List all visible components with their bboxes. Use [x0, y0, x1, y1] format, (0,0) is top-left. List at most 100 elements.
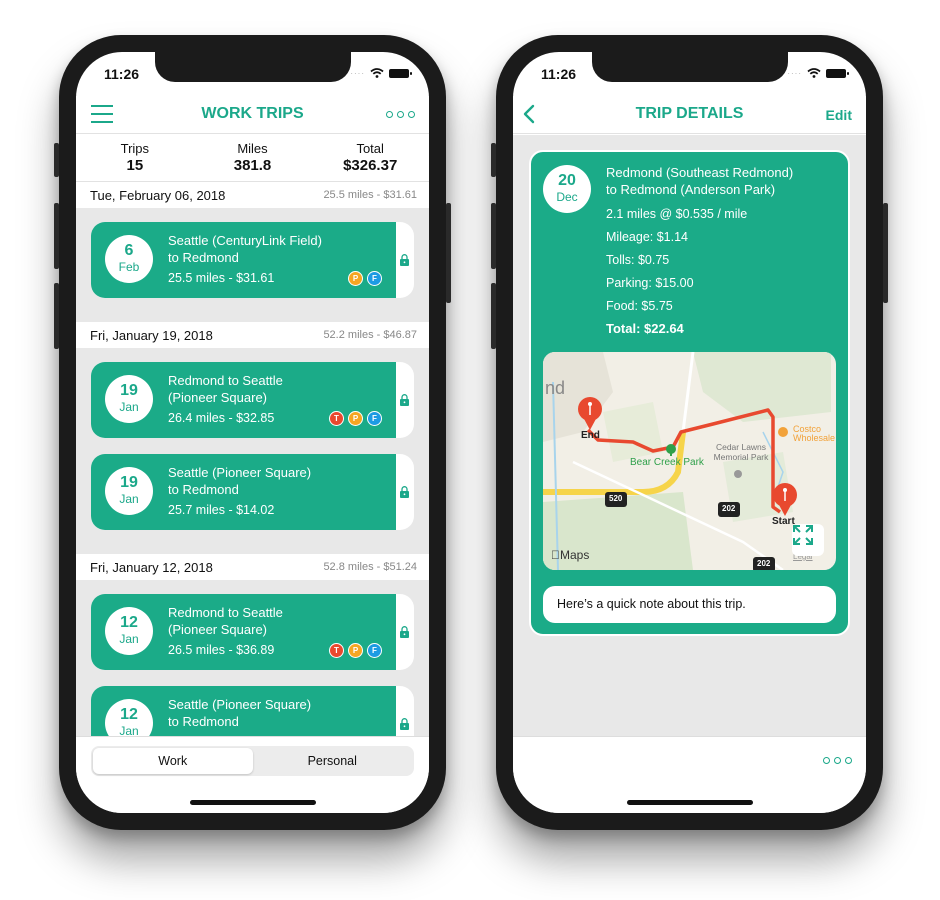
expand-map-button[interactable] [792, 524, 824, 556]
home-indicator[interactable] [189, 800, 316, 805]
lock-icon [400, 626, 409, 638]
nav-bar: WORK TRIPS [76, 96, 429, 134]
total-amount: Total: $22.64 [606, 321, 684, 336]
trip-card[interactable]: 19 Jan Redmond to Seattle (Pioneer Squar… [91, 362, 414, 438]
nav-bar: TRIP DETAILS Edit [513, 96, 866, 134]
detail-content: 20 Dec Redmond (Southeast Redmond) to Re… [513, 135, 866, 736]
date-day: 6 [124, 242, 134, 259]
lock-icon [400, 486, 409, 498]
power-button [883, 203, 888, 303]
date-day: 20 [558, 172, 576, 189]
map-store-label-2: Wholesale [793, 433, 836, 443]
trip-amount: 26.5 miles - $36.89 [168, 643, 275, 657]
signal-icon: ···· [350, 68, 365, 78]
parking-amount: Parking: $15.00 [606, 276, 694, 290]
phone-trip-details: 11:26 ···· TRIP DETAILS Edit 20 Dec Redm… [491, 35, 888, 830]
map-cemetery-label: Cedar Lawns Memorial Park [713, 442, 769, 462]
trip-amount: 25.7 miles - $14.02 [168, 503, 275, 517]
day-totals: 52.8 miles - $51.24 [323, 561, 417, 573]
screen: 11:26 ···· WORK TRIPS Trips 15 Miles 381… [76, 52, 429, 813]
summary-label: Total [356, 141, 384, 156]
tolls-badge-icon: T [329, 643, 344, 658]
food-badge-icon: F [367, 643, 382, 658]
trip-summary: Trips 15 Miles 381.8 Total $326.37 [76, 135, 429, 182]
date-month: Dec [556, 190, 578, 204]
volume-up-button [54, 203, 59, 269]
date-day: 19 [120, 382, 138, 399]
edit-button[interactable]: Edit [826, 107, 852, 123]
day-header: Tue, February 06, 2018 25.5 miles - $31.… [76, 182, 429, 208]
trip-card[interactable]: 19 Jan Seattle (Pioneer Square) to Redmo… [91, 454, 414, 530]
map-hwy-202-label: 202 [722, 504, 736, 513]
tab-bar [513, 736, 866, 813]
store-icon [778, 427, 788, 437]
food-amount: Food: $5.75 [606, 299, 673, 313]
summary-trips: Trips 15 [76, 135, 194, 181]
expense-badges: T P F [329, 643, 382, 658]
map-park-label: Bear Creek Park [630, 457, 704, 468]
mute-switch [491, 143, 496, 177]
volume-down-button [491, 283, 496, 349]
trip-card[interactable]: 12 Jan Redmond to Seattle (Pioneer Squar… [91, 594, 414, 670]
mute-switch [54, 143, 59, 177]
map-city-label: nd [545, 378, 566, 398]
trip-type-segmented-control: Work Personal [91, 746, 414, 776]
trip-route: Redmond to Seattle (Pioneer Square) [168, 373, 283, 405]
summary-value: 15 [126, 157, 144, 174]
day-date: Tue, February 06, 2018 [90, 187, 226, 203]
segment-personal[interactable]: Personal [253, 748, 413, 774]
date-badge: 6 Feb [105, 235, 153, 283]
volume-down-button [54, 283, 59, 349]
more-dots-icon[interactable] [823, 757, 852, 764]
day-header: Fri, January 19, 2018 52.2 miles - $46.8… [76, 322, 429, 348]
mileage-amount: Mileage: $1.14 [606, 230, 689, 244]
route-map[interactable]: nd End Start Bear Creek Park Cedar Lawns… [543, 352, 836, 570]
date-badge: 12 Jan [105, 699, 153, 736]
summary-value: 381.8 [233, 157, 272, 174]
wifi-icon [370, 68, 384, 78]
summary-miles: Miles 381.8 [194, 135, 312, 181]
day-header: Fri, January 12, 2018 52.8 miles - $51.2… [76, 554, 429, 580]
battery-icon [826, 68, 849, 78]
mileage-rate: 2.1 miles @ $0.535 / mile [606, 207, 748, 221]
page-title: TRIP DETAILS [635, 105, 744, 122]
volume-up-button [491, 203, 496, 269]
trip-amount: 26.4 miles - $32.85 [168, 411, 275, 425]
summary-total: Total $326.37 [311, 135, 429, 181]
lock-icon [400, 394, 409, 406]
trip-detail-card: 20 Dec Redmond (Southeast Redmond) to Re… [529, 150, 850, 636]
trip-card[interactable]: 12 Jan Seattle (Pioneer Square) to Redmo… [91, 686, 414, 736]
food-badge-icon: F [367, 271, 382, 286]
home-indicator[interactable] [626, 800, 753, 805]
date-month: Jan [119, 492, 139, 506]
notch [591, 52, 788, 82]
date-badge: 12 Jan [105, 607, 153, 655]
trip-list[interactable]: Tue, February 06, 2018 25.5 miles - $31.… [76, 182, 429, 736]
more-dots-icon[interactable] [386, 111, 415, 118]
day-totals: 52.2 miles - $46.87 [323, 329, 417, 341]
segment-work[interactable]: Work [93, 748, 253, 774]
trip-route: Seattle (CenturyLink Field) to Redmond [168, 233, 322, 265]
page-title: WORK TRIPS [201, 105, 304, 122]
map-hwy-202-label: 202 [757, 559, 771, 568]
cemetery-icon [734, 470, 742, 478]
tab-bar: Work Personal [76, 736, 429, 813]
lock-icon [400, 718, 409, 730]
trip-route: Redmond to Seattle (Pioneer Square) [168, 605, 283, 637]
parking-badge-icon: P [348, 643, 363, 658]
trip-note[interactable]: Here’s a quick note about this trip. [543, 586, 836, 623]
expense-badges: T P F [329, 411, 382, 426]
summary-label: Trips [120, 141, 150, 156]
map-end-label: End [581, 430, 600, 441]
status-time: 11:26 [104, 66, 140, 82]
lock-icon [400, 254, 409, 266]
battery-icon [389, 68, 412, 78]
day-date: Fri, January 19, 2018 [90, 327, 213, 343]
notch [154, 52, 351, 82]
day-date: Fri, January 12, 2018 [90, 559, 213, 575]
status-time: 11:26 [541, 66, 577, 82]
trip-card[interactable]: 6 Feb Seattle (CenturyLink Field) to Red… [91, 222, 414, 298]
date-day: 19 [120, 474, 138, 491]
date-month: Feb [118, 260, 140, 274]
screen: 11:26 ···· TRIP DETAILS Edit 20 Dec Redm… [513, 52, 866, 813]
